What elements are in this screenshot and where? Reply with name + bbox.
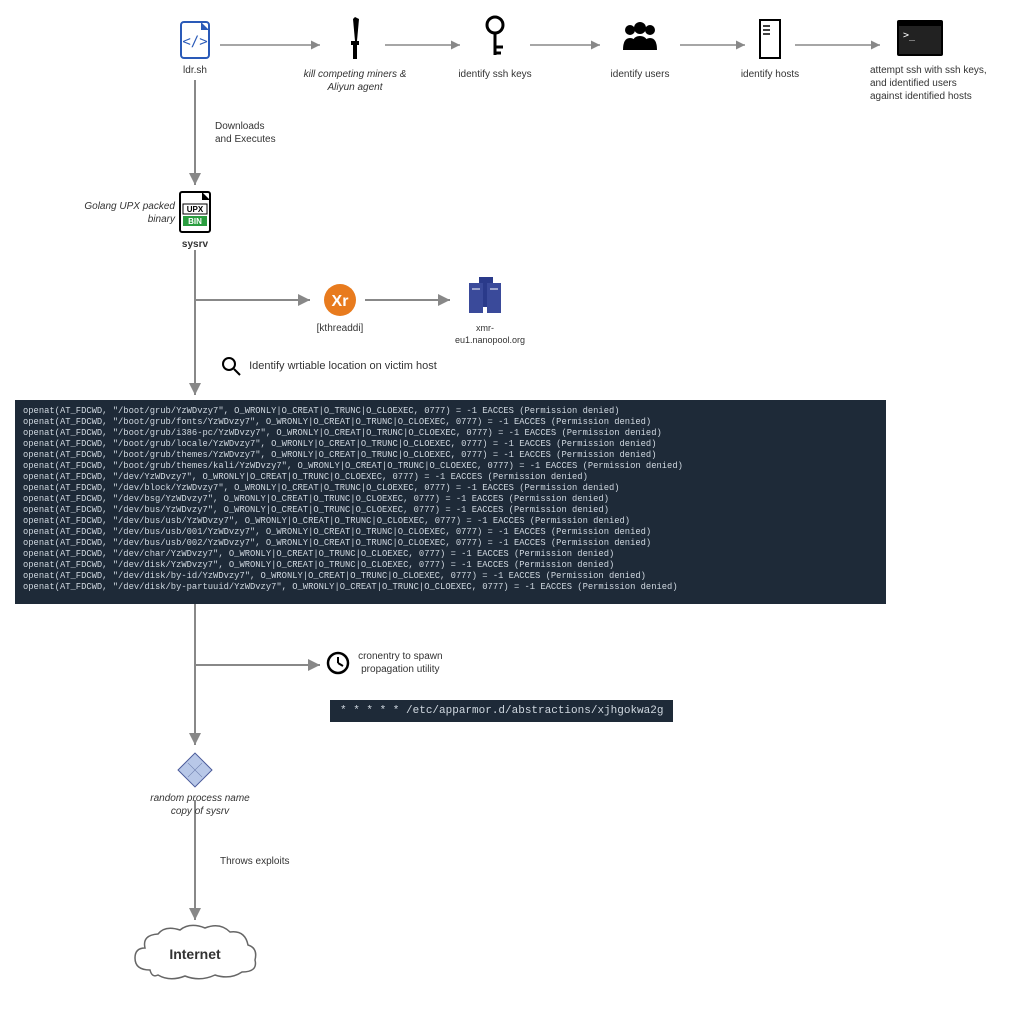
hosts-label: identify hosts xyxy=(735,68,805,81)
internet-label: Internet xyxy=(130,946,260,962)
nanopool-label: xmr-eu1.nanopool.org xyxy=(455,323,515,346)
throws-label: Throws exploits xyxy=(220,855,289,868)
key-icon xyxy=(481,15,509,59)
internet-cloud: Internet xyxy=(130,920,260,993)
strace-terminal: openat(AT_FDCWD, "/boot/grub/YzWDvzy7", … xyxy=(15,400,886,604)
node-sysrv: UPX BIN sysrv xyxy=(175,190,215,251)
kthreaddi-label: [kthreaddi] xyxy=(315,322,365,335)
downloads-label: Downloadsand Executes xyxy=(215,120,276,146)
node-ldr: </> ldr.sh xyxy=(175,20,215,77)
node-hosts xyxy=(750,18,790,60)
script-file-icon: </> xyxy=(177,20,213,60)
cron-label: cronentry to spawnpropagation utility xyxy=(358,650,443,676)
sshkeys-label: identify ssh keys xyxy=(450,68,540,81)
svg-text:BIN: BIN xyxy=(188,217,202,226)
binary-file-icon: UPX BIN xyxy=(176,190,214,234)
clock-icon xyxy=(325,650,351,676)
node-sshkeys xyxy=(470,15,520,59)
knife-icon xyxy=(341,15,369,61)
svg-text:>_: >_ xyxy=(903,30,916,41)
identify-writable-label: Identify wrtiable location on victim hos… xyxy=(249,360,437,372)
magnifier-icon xyxy=(220,355,242,377)
node-random-process xyxy=(170,750,220,790)
identify-writable: Identify wrtiable location on victim hos… xyxy=(220,355,437,377)
server-icon xyxy=(758,18,782,60)
random-process-label: random process namecopy of sysrv xyxy=(140,792,260,818)
xr-icon: Xr xyxy=(322,282,358,318)
golang-label: Golang UPX packedbinary xyxy=(80,200,175,226)
node-kthreaddi: Xr [kthreaddi] xyxy=(315,282,365,335)
users-label: identify users xyxy=(605,68,675,81)
node-users xyxy=(610,20,670,56)
cron-node: cronentry to spawnpropagation utility xyxy=(325,650,443,676)
servers-icon xyxy=(465,275,505,319)
svg-text:UPX: UPX xyxy=(187,205,204,214)
node-kill xyxy=(325,15,385,61)
diamond-icon xyxy=(175,750,215,790)
kill-label: kill competing miners &Aliyun agent xyxy=(275,68,435,94)
terminal-window-icon: >_ xyxy=(895,18,945,58)
sysrv-label: sysrv xyxy=(175,238,215,251)
node-attempt: >_ xyxy=(890,18,950,58)
svg-text:</>: </> xyxy=(182,34,207,50)
node-nanopool: xmr-eu1.nanopool.org xyxy=(455,275,515,346)
svg-text:Xr: Xr xyxy=(332,293,349,310)
cron-terminal: * * * * * /etc/apparmor.d/abstractions/x… xyxy=(330,700,673,722)
users-icon xyxy=(615,20,665,56)
attempt-label: attempt ssh with ssh keys,and identified… xyxy=(870,64,1020,103)
ldr-label: ldr.sh xyxy=(175,64,215,77)
